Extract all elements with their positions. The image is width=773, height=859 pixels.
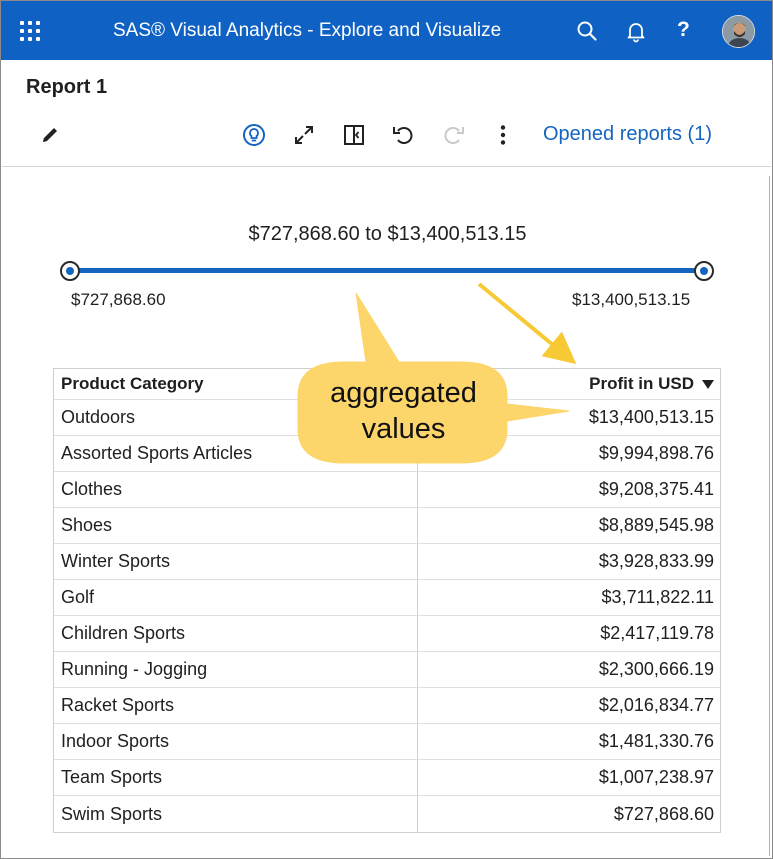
slider-min-label: $727,868.60 (71, 290, 166, 309)
lightbulb-icon[interactable] (241, 122, 267, 148)
table-row[interactable]: Swim Sports $727,868.60 (54, 796, 720, 832)
category-cell: Children Sports (54, 616, 419, 651)
slider-max-handle[interactable] (694, 261, 714, 281)
expand-icon[interactable] (291, 122, 317, 148)
table-row[interactable]: Golf $3,711,822.11 (54, 580, 720, 616)
bell-icon[interactable] (624, 19, 648, 43)
category-cell: Indoor Sports (54, 724, 419, 759)
report-title: Report 1 (26, 76, 108, 98)
profit-cell: $8,889,545.98 (598, 515, 714, 535)
table-row[interactable]: Racket Sports $2,016,834.77 (54, 688, 720, 724)
panel-edge (769, 176, 773, 856)
category-cell: Winter Sports (54, 544, 419, 579)
table-row[interactable]: Indoor Sports $1,481,330.76 (54, 724, 720, 760)
slider-track[interactable] (70, 268, 704, 273)
slider-min-handle[interactable] (60, 261, 80, 281)
category-cell: Golf (54, 580, 419, 615)
help-icon[interactable]: ? (677, 18, 690, 42)
app-window: SAS® Visual Analytics - Explore and Visu… (0, 0, 773, 859)
table-body: Outdoors $13,400,513.15 Assorted Sports Ar… (54, 400, 720, 832)
column-header-profit-label: Profit in USD (589, 374, 694, 393)
app-title: SAS® Visual Analytics - Explore and Visu… (113, 20, 502, 41)
profit-cell: $2,300,666.19 (598, 659, 714, 679)
slider-max-label: $13,400,513.15 (572, 290, 691, 309)
category-cell: Clothes (54, 472, 419, 507)
callout-line-1: aggregated (330, 377, 477, 409)
pencil-icon[interactable] (37, 122, 63, 148)
category-cell: Racket Sports (54, 688, 419, 723)
profit-cell: $3,928,833.99 (598, 551, 714, 571)
undo-icon[interactable] (390, 122, 416, 148)
sort-descending-icon[interactable] (702, 379, 714, 389)
table-row[interactable]: Team Sports $1,007,238.97 (54, 760, 720, 796)
table-row[interactable]: Children Sports $2,417,119.78 (54, 616, 720, 652)
callout-arrow (477, 282, 577, 365)
profit-cell: $2,016,834.77 (598, 695, 714, 715)
table-row[interactable]: Winter Sports $3,928,833.99 (54, 544, 720, 580)
top-bar: SAS® Visual Analytics - Explore and Visu… (1, 1, 772, 60)
toolbar-divider (2, 166, 771, 167)
search-icon[interactable] (575, 19, 599, 43)
callout-line-2: values (361, 413, 446, 445)
callout-text: aggregated values (301, 375, 506, 447)
profit-cell: $3,711,822.11 (601, 587, 714, 607)
category-cell: Team Sports (54, 760, 419, 795)
profit-cell: $1,007,238.97 (598, 767, 714, 787)
table-row[interactable]: Clothes $9,208,375.41 (54, 472, 720, 508)
table-row[interactable]: Shoes $8,889,545.98 (54, 508, 720, 544)
profit-cell: $1,481,330.76 (598, 731, 714, 751)
more-vertical-icon[interactable] (490, 122, 516, 148)
category-cell: Running - Jogging (54, 652, 419, 687)
side-panel-icon[interactable] (341, 122, 367, 148)
slider-range-label: $727,868.60 to $13,400,513.15 (248, 223, 527, 245)
category-cell: Swim Sports (54, 796, 419, 832)
opened-reports-link[interactable]: Opened reports (1) (543, 123, 712, 146)
redo-icon[interactable] (441, 122, 467, 148)
category-cell: Shoes (54, 508, 419, 543)
profit-cell: $9,208,375.41 (598, 479, 714, 499)
apps-grid-icon[interactable] (20, 21, 40, 41)
profit-cell: $727,868.60 (613, 803, 714, 824)
profit-cell: $2,417,119.78 (600, 623, 714, 643)
table-row[interactable]: Running - Jogging $2,300,666.19 (54, 652, 720, 688)
avatar[interactable] (722, 15, 755, 48)
